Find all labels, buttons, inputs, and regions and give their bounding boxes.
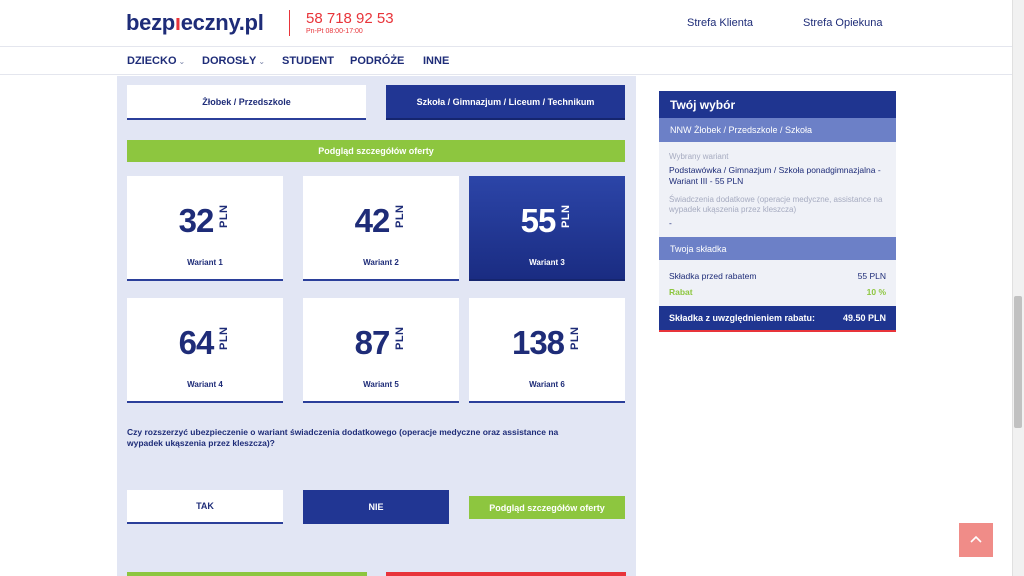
variant-card-3[interactable]: 55 PLN Wariant 3 [469,176,625,281]
extra-no-button[interactable]: NIE [303,490,449,524]
variant-price: 87 [354,324,391,361]
school-option-school[interactable]: Szkoła / Gimnazjum / Liceum / Technikum [386,85,625,120]
variant-label: Wariant 1 [187,258,223,267]
variant-currency: PLN [218,326,231,350]
variant-label: Wariant 6 [529,380,565,389]
variant-label: Wariant 3 [529,258,565,267]
nav-item-podroze[interactable]: PODRÓŻE [350,55,404,67]
summary-title: Twój wybór [659,91,896,118]
office-hours: Pn-Pt 08:00-17:00 [306,28,363,35]
premium-details: Składka przed rabatem 55 PLN Rabat 10 % [659,260,896,306]
variant-price: 64 [178,324,215,361]
scrollbar-thumb[interactable] [1014,296,1022,428]
total-premium: Składka z uwzględnieniem rabatu: 49.50 PL… [659,306,896,332]
extras-value: - [669,218,672,228]
variant-card-1[interactable]: 32 PLN Wariant 1 [127,176,283,281]
variant-card-4[interactable]: 64 PLN Wariant 4 [127,298,283,403]
next-button-partial[interactable] [127,572,367,576]
top-bar: bezpıeczny.pl 58 718 92 53 Pn-Pt 08:00-1… [0,0,1012,47]
extra-details-button[interactable]: Podgląd szczegółów oferty [469,496,625,519]
variant-card-6[interactable]: 138 PLN Wariant 6 [469,298,625,403]
variant-currency: PLN [560,204,573,228]
variant-currency: PLN [569,326,582,350]
variant-card-2[interactable]: 42 PLN Wariant 2 [303,176,459,281]
variant-currency: PLN [218,204,231,228]
variant-label: Wariant 5 [363,380,399,389]
discount-row: Rabat 10 % [669,287,886,297]
nav-item-inne[interactable]: INNE [423,55,449,67]
nav-item-dorosly[interactable]: DOROSŁY ⌄ [202,55,265,67]
variant-price: 32 [178,202,215,239]
logo[interactable]: bezpıeczny.pl [126,10,264,36]
summary-details: Wybrany wariant Podstawówka / Gimnazjum … [659,142,896,237]
nav-item-dziecko[interactable]: DZIECKO ⌄ [127,55,185,67]
variant-label: Wybrany wariant [669,152,729,161]
variant-price: 138 [511,324,565,361]
school-option-nursery[interactable]: Żłobek / Przedszkole [127,85,366,120]
extra-coverage-question: Czy rozszerzyć ubezpieczenie o wariant ś… [127,427,559,448]
variant-label: Wariant 2 [363,258,399,267]
back-button-partial[interactable] [386,572,626,576]
variant-card-5[interactable]: 87 PLN Wariant 5 [303,298,459,403]
offer-configurator: Żłobek / Przedszkole Szkoła / Gimnazjum … [117,76,636,576]
header-divider [289,10,290,36]
summary-product: NNW Żłobek / Przedszkole / Szkoła [659,118,896,142]
extras-label: Świadczenia dodatkowe (operacje medyczne… [669,195,883,214]
phone-number[interactable]: 58 718 92 53 [306,10,394,27]
selection-summary: Twój wybór NNW Żłobek / Przedszkole / Sz… [659,91,896,332]
variant-currency: PLN [394,326,407,350]
chevron-down-icon: ⌄ [258,57,266,66]
variant-label: Wariant 4 [187,380,223,389]
client-zone-link[interactable]: Strefa Klienta [687,17,753,29]
chevron-down-icon: ⌄ [178,57,186,66]
variant-price: 42 [354,202,391,239]
nav-item-student[interactable]: STUDENT [282,55,334,67]
offer-details-button[interactable]: Podgląd szczegółów oferty [127,140,625,162]
extra-yes-button[interactable]: TAK [127,490,283,524]
guardian-zone-link[interactable]: Strefa Opiekuna [803,17,883,29]
page-scrollbar[interactable] [1012,0,1024,576]
premium-title: Twoja składka [659,237,896,260]
variant-price: 55 [520,202,557,239]
premium-before-row: Składka przed rabatem 55 PLN [669,271,886,281]
variant-value: Podstawówka / Gimnazjum / Szkoła ponadgi… [669,165,881,186]
chevron-up-icon [970,535,982,543]
variant-currency: PLN [394,204,407,228]
main-nav: DZIECKO ⌄ DOROSŁY ⌄ STUDENT PODRÓŻE INNE [0,47,1012,75]
back-to-top-button[interactable] [959,523,993,557]
